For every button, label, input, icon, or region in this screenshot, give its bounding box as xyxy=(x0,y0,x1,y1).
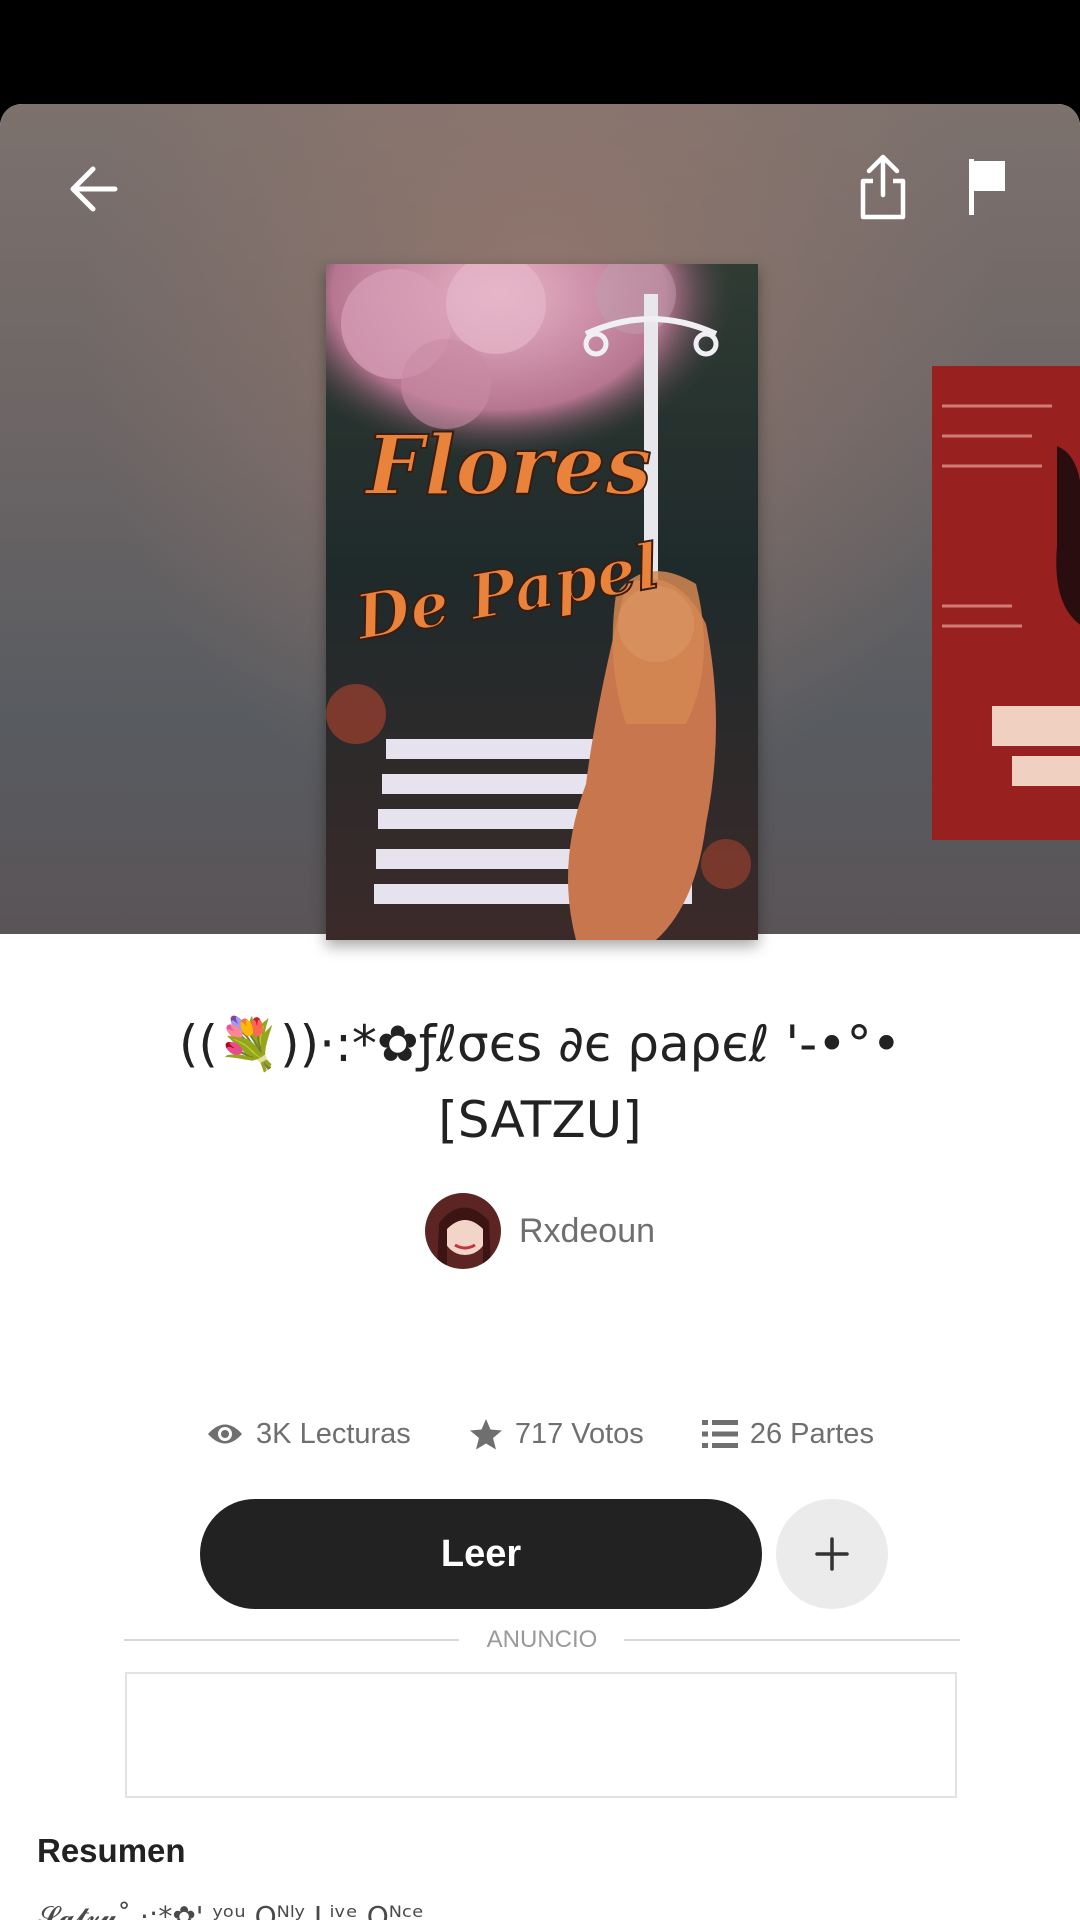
list-icon xyxy=(701,1420,738,1448)
parts-stat[interactable]: 26 Partes xyxy=(701,1417,874,1451)
next-cover-artwork xyxy=(932,366,1080,840)
star-icon xyxy=(469,1419,502,1450)
ad-slot[interactable] xyxy=(125,1672,957,1798)
story-title-line2: [SATZU] xyxy=(438,1091,642,1149)
author-name[interactable]: Rxdeoun xyxy=(519,1212,655,1251)
avatar[interactable] xyxy=(424,1193,501,1269)
author-row[interactable]: Rxdeoun xyxy=(0,1192,1080,1270)
cover-carousel[interactable]: Flores De Papel xyxy=(0,104,1080,940)
add-to-library-button[interactable] xyxy=(776,1499,888,1609)
share-icon xyxy=(860,154,906,220)
votes-count: 717 Votos xyxy=(514,1417,644,1450)
share-button[interactable] xyxy=(840,142,926,232)
story-stats: 3K Lecturas 717 Votos 26 Partes xyxy=(0,1408,1080,1460)
story-details-sheet: Flores De Papel ((💐))·:*✿ƒℓσєѕ ∂є ρaρєℓ … xyxy=(0,104,1080,1920)
eye-icon xyxy=(208,1424,243,1444)
story-cover[interactable]: Flores De Papel xyxy=(326,264,758,940)
ad-divider: ANUNCIO xyxy=(124,1622,960,1658)
divider-line-right xyxy=(624,1639,960,1641)
avatar-image xyxy=(424,1193,501,1269)
story-title: ((💐))·:*✿ƒℓσєѕ ∂є ρaρєℓ '-•°• [SATZU] xyxy=(60,1006,1020,1158)
summary-heading: Resumen xyxy=(37,1832,186,1869)
parts-count: 26 Partes xyxy=(749,1417,874,1450)
flag-icon xyxy=(969,159,1005,215)
report-button[interactable] xyxy=(944,144,1030,230)
next-story-cover[interactable] xyxy=(932,366,1080,840)
reads-count: 3K Lecturas xyxy=(256,1417,411,1450)
votes-stat: 717 Votos xyxy=(469,1418,644,1451)
plus-icon xyxy=(815,1537,849,1571)
cover-title-line1: Flores xyxy=(364,418,652,514)
summary-text: 𝓢𝓪𝓽𝔃𝓾˚ ·:*✿' ʸᵒᵘ Oᴺˡʸ Lⁱᵛᵉ Oᴺᶜᵉ xyxy=(37,1900,424,1920)
status-bar xyxy=(0,0,1080,104)
cover-artwork: Flores De Papel xyxy=(326,264,758,940)
read-button[interactable]: Leer xyxy=(200,1499,762,1609)
story-title-line1: ((💐))·:*✿ƒℓσєѕ ∂є ρaρєℓ '-•°• xyxy=(178,1015,902,1073)
back-button[interactable] xyxy=(50,146,136,232)
reads-stat: 3K Lecturas xyxy=(206,1418,411,1451)
arrow-left-icon xyxy=(70,166,118,212)
